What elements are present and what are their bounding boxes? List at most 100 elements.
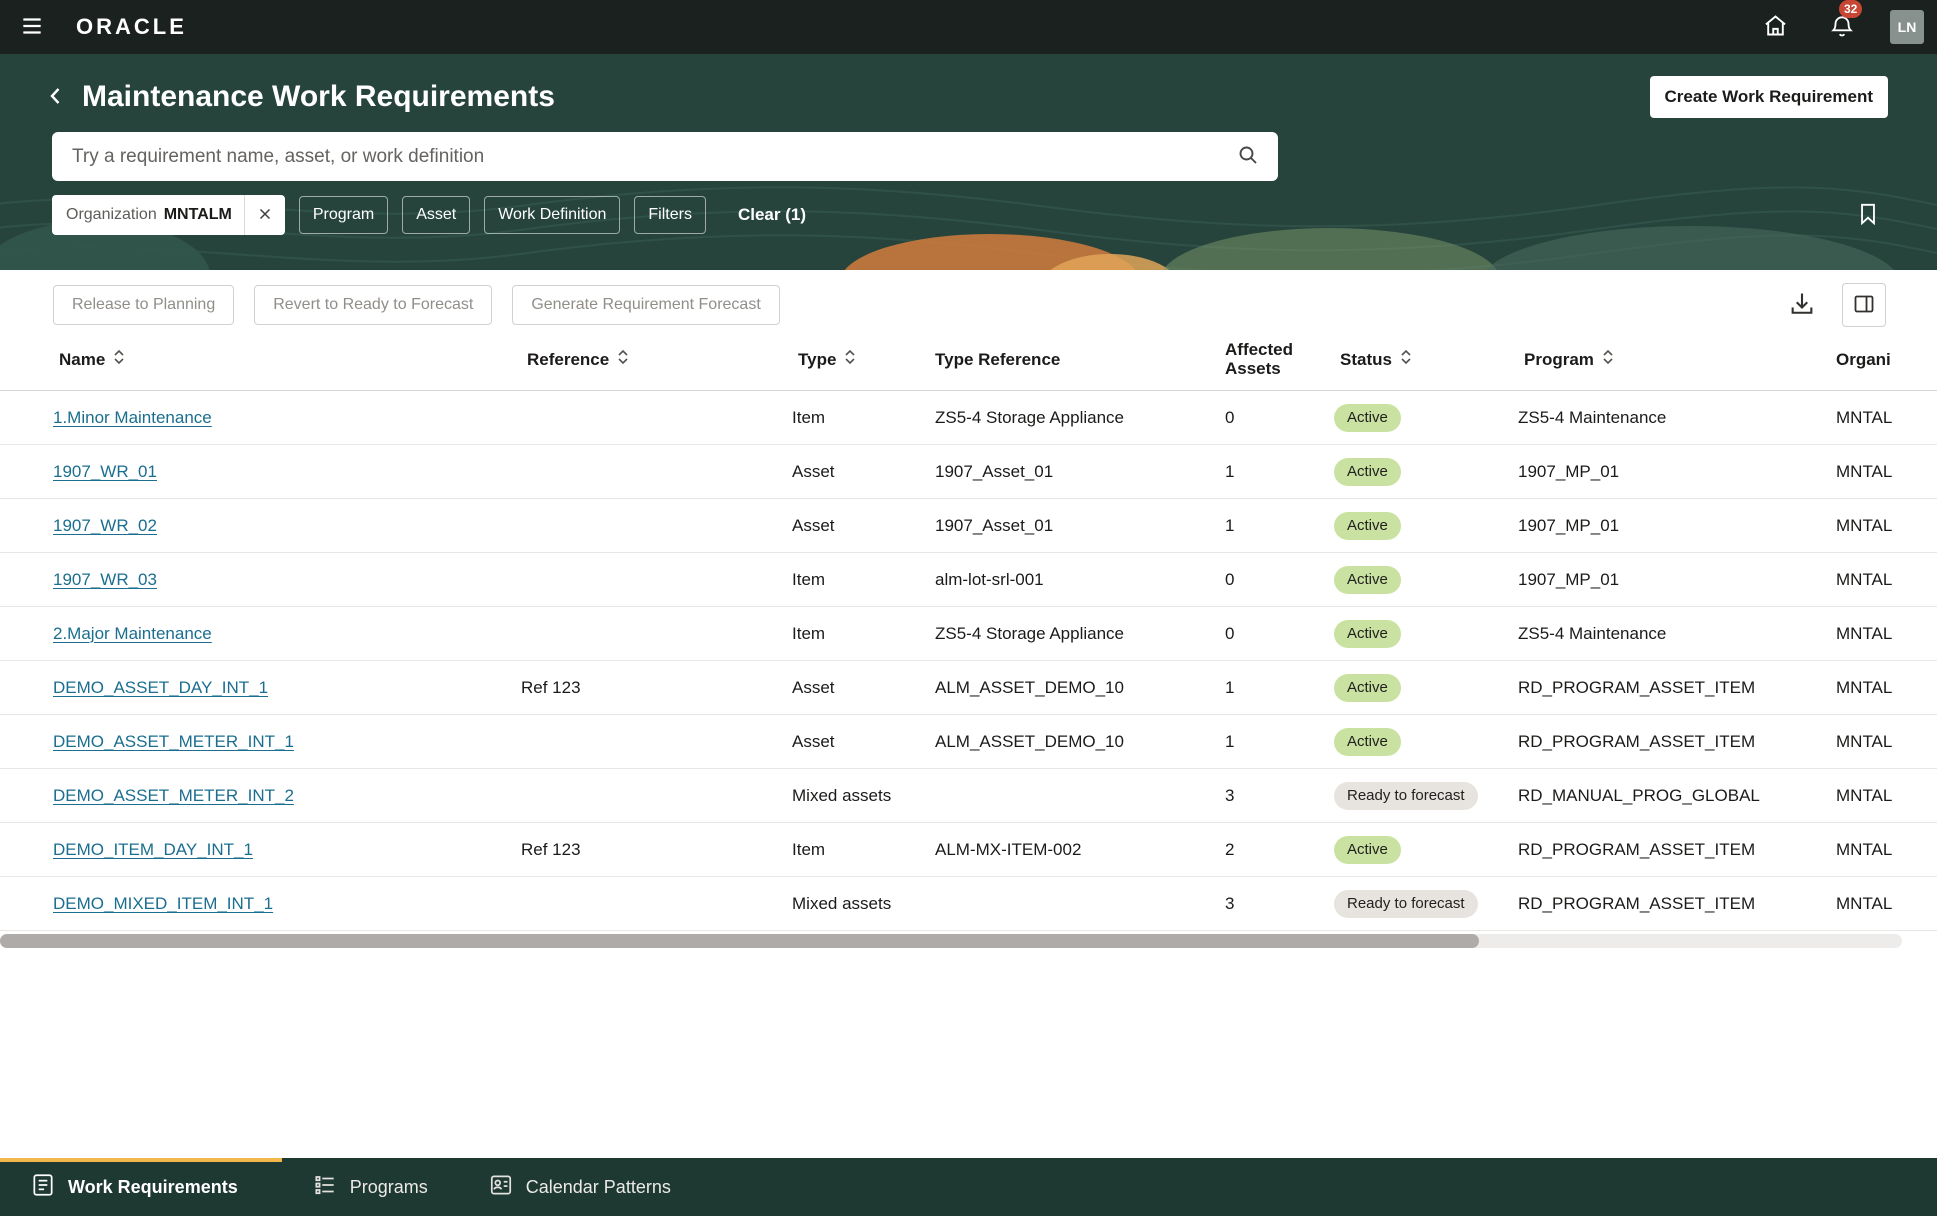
toolbar-right-actions bbox=[1784, 283, 1886, 327]
menu-button[interactable] bbox=[14, 8, 50, 47]
release-to-planning-button[interactable]: Release to Planning bbox=[53, 285, 234, 325]
row-type: Asset bbox=[792, 462, 935, 482]
table-row[interactable]: DEMO_ASSET_METER_INT_1 Asset ALM_ASSET_D… bbox=[0, 715, 1937, 769]
work-definition-filter-button[interactable]: Work Definition bbox=[484, 196, 620, 234]
row-organization: MNTAL bbox=[1836, 786, 1937, 806]
asset-filter-button[interactable]: Asset bbox=[402, 196, 470, 234]
table-row[interactable]: 1907_WR_01 Asset 1907_Asset_01 1 Active … bbox=[0, 445, 1937, 499]
row-affected-assets: 3 bbox=[1225, 786, 1334, 806]
back-button[interactable] bbox=[38, 79, 74, 115]
row-program: ZS5-4 Maintenance bbox=[1518, 408, 1836, 428]
row-name-link[interactable]: 2.Major Maintenance bbox=[53, 624, 212, 643]
notifications-button[interactable]: 32 bbox=[1824, 8, 1860, 47]
bookmark-button[interactable] bbox=[1851, 197, 1885, 234]
column-header-type[interactable]: Type bbox=[792, 348, 935, 371]
row-type: Item bbox=[792, 840, 935, 860]
status-badge: Active bbox=[1334, 620, 1401, 648]
table-row[interactable]: 1907_WR_02 Asset 1907_Asset_01 1 Active … bbox=[0, 499, 1937, 553]
table-header-row: Name Reference Type Type Reference Affec… bbox=[0, 329, 1937, 391]
tab-work-requirements[interactable]: Work Requirements bbox=[0, 1158, 282, 1216]
row-organization: MNTAL bbox=[1836, 894, 1937, 914]
organization-filter-chip[interactable]: Organization MNTALM bbox=[52, 195, 285, 235]
scrollbar-thumb[interactable] bbox=[0, 934, 1479, 948]
row-affected-assets: 1 bbox=[1225, 732, 1334, 752]
column-header-reference[interactable]: Reference bbox=[521, 348, 792, 371]
row-name-link[interactable]: DEMO_ASSET_METER_INT_2 bbox=[53, 786, 294, 805]
tab-programs[interactable]: Programs bbox=[282, 1158, 458, 1216]
remove-organization-filter-button[interactable] bbox=[244, 195, 285, 235]
generate-requirement-forecast-button[interactable]: Generate Requirement Forecast bbox=[512, 285, 779, 325]
horizontal-scrollbar[interactable] bbox=[0, 934, 1902, 948]
column-header-program[interactable]: Program bbox=[1518, 348, 1836, 371]
app-root: ORACLE 32 LN bbox=[0, 0, 1937, 1216]
row-name-link[interactable]: DEMO_ITEM_DAY_INT_1 bbox=[53, 840, 253, 859]
organization-chip-value: MNTALM bbox=[164, 206, 232, 224]
row-type: Mixed assets bbox=[792, 894, 935, 914]
program-filter-button[interactable]: Program bbox=[299, 196, 388, 234]
row-affected-assets: 2 bbox=[1225, 840, 1334, 860]
bottom-tab-bar: Work Requirements Programs Calendar Patt… bbox=[0, 1158, 1937, 1216]
column-header-affected-assets: Affected Assets bbox=[1225, 341, 1334, 378]
download-button[interactable] bbox=[1784, 286, 1820, 325]
row-program: 1907_MP_01 bbox=[1518, 570, 1836, 590]
row-type: Mixed assets bbox=[792, 786, 935, 806]
row-affected-assets: 1 bbox=[1225, 516, 1334, 536]
main-content: Release to Planning Revert to Ready to F… bbox=[0, 270, 1937, 1158]
download-icon bbox=[1788, 290, 1816, 321]
row-program: 1907_MP_01 bbox=[1518, 516, 1836, 536]
home-icon bbox=[1762, 12, 1789, 42]
row-name-link[interactable]: 1907_WR_03 bbox=[53, 570, 157, 589]
row-name-link[interactable]: 1.Minor Maintenance bbox=[53, 408, 212, 427]
table-row[interactable]: DEMO_ASSET_METER_INT_2 Mixed assets 3 Re… bbox=[0, 769, 1937, 823]
row-affected-assets: 0 bbox=[1225, 570, 1334, 590]
tab-label: Work Requirements bbox=[68, 1177, 238, 1198]
row-type: Item bbox=[792, 624, 935, 644]
row-name-link[interactable]: 1907_WR_02 bbox=[53, 516, 157, 535]
home-button[interactable] bbox=[1757, 7, 1794, 47]
column-header-name[interactable]: Name bbox=[53, 348, 521, 371]
row-name-link[interactable]: 1907_WR_01 bbox=[53, 462, 157, 481]
global-topbar: ORACLE 32 LN bbox=[0, 0, 1937, 54]
table-row[interactable]: DEMO_MIXED_ITEM_INT_1 Mixed assets 3 Rea… bbox=[0, 877, 1937, 931]
split-panel-icon bbox=[1852, 292, 1876, 319]
row-type: Item bbox=[792, 408, 935, 428]
row-name-link[interactable]: DEMO_ASSET_METER_INT_1 bbox=[53, 732, 294, 751]
revert-to-ready-to-forecast-button[interactable]: Revert to Ready to Forecast bbox=[254, 285, 492, 325]
filter-chips-row: Organization MNTALM Program Asset Work D… bbox=[52, 195, 1885, 235]
sort-icon bbox=[844, 349, 856, 370]
table-row[interactable]: 1907_WR_03 Item alm-lot-srl-001 0 Active… bbox=[0, 553, 1937, 607]
row-affected-assets: 3 bbox=[1225, 894, 1334, 914]
row-organization: MNTAL bbox=[1836, 624, 1937, 644]
row-type-reference: ZS5-4 Storage Appliance bbox=[935, 624, 1225, 644]
search-icon bbox=[1236, 143, 1260, 170]
column-header-status[interactable]: Status bbox=[1334, 348, 1518, 371]
table-row[interactable]: DEMO_ITEM_DAY_INT_1 Ref 123 Item ALM-MX-… bbox=[0, 823, 1937, 877]
tab-label: Programs bbox=[350, 1177, 428, 1198]
table-row[interactable]: 2.Major Maintenance Item ZS5-4 Storage A… bbox=[0, 607, 1937, 661]
calendar-patterns-icon bbox=[488, 1172, 514, 1203]
status-badge: Active bbox=[1334, 674, 1401, 702]
table-row[interactable]: 1.Minor Maintenance Item ZS5-4 Storage A… bbox=[0, 391, 1937, 445]
row-name-link[interactable]: DEMO_ASSET_DAY_INT_1 bbox=[53, 678, 268, 697]
search-button[interactable] bbox=[1230, 137, 1266, 176]
row-name-link[interactable]: DEMO_MIXED_ITEM_INT_1 bbox=[53, 894, 273, 913]
table-row[interactable]: DEMO_ASSET_DAY_INT_1 Ref 123 Asset ALM_A… bbox=[0, 661, 1937, 715]
row-type-reference: ALM_ASSET_DEMO_10 bbox=[935, 678, 1225, 698]
panel-toggle-button[interactable] bbox=[1842, 283, 1886, 327]
clear-filters-button[interactable]: Clear (1) bbox=[732, 204, 812, 226]
row-affected-assets: 0 bbox=[1225, 624, 1334, 644]
user-avatar[interactable]: LN bbox=[1890, 10, 1924, 44]
tab-calendar-patterns[interactable]: Calendar Patterns bbox=[458, 1158, 701, 1216]
create-work-requirement-button[interactable]: Create Work Requirement bbox=[1650, 76, 1888, 118]
chevron-left-icon bbox=[44, 84, 68, 111]
work-requirements-icon bbox=[30, 1172, 56, 1203]
sort-icon bbox=[617, 349, 629, 370]
row-type: Item bbox=[792, 570, 935, 590]
row-type: Asset bbox=[792, 516, 935, 536]
status-badge: Active bbox=[1334, 566, 1401, 594]
filters-button[interactable]: Filters bbox=[634, 196, 706, 234]
oracle-logo: ORACLE bbox=[76, 14, 187, 40]
search-input[interactable] bbox=[70, 145, 1230, 169]
organization-chip-label: Organization bbox=[66, 206, 157, 224]
row-type-reference: ZS5-4 Storage Appliance bbox=[935, 408, 1225, 428]
